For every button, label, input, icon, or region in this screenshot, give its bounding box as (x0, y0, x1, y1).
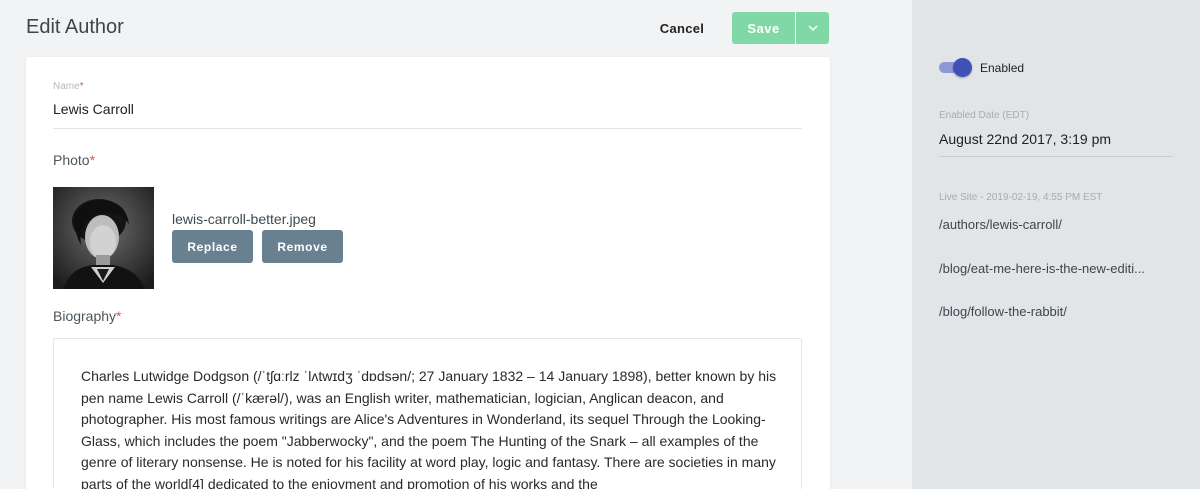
required-marker: * (116, 308, 122, 324)
save-button[interactable]: Save (732, 12, 795, 44)
page-title: Edit Author (26, 16, 124, 38)
biography-editor[interactable]: Charles Lutwidge Dodgson (/ˈtʃɑːrlz ˈlʌt… (53, 338, 802, 489)
replace-photo-button[interactable]: Replace (172, 230, 253, 263)
top-bar: Edit Author Cancel Save (0, 0, 912, 56)
enabled-date-value[interactable]: August 22nd 2017, 3:19 pm (939, 131, 1111, 147)
enabled-toggle[interactable] (939, 58, 973, 77)
live-site-label: Live Site - 2019-02-19, 4:55 PM EST (939, 192, 1103, 203)
remove-photo-button[interactable]: Remove (262, 230, 343, 263)
name-input[interactable]: Lewis Carroll (53, 101, 134, 117)
name-field-label: Name* (53, 81, 84, 92)
sidebar-panel: Enabled Enabled Date (EDT) August 22nd 2… (912, 0, 1200, 489)
live-link-author[interactable]: /authors/lewis-carroll/ (939, 217, 1169, 232)
enabled-label: Enabled (980, 61, 1025, 75)
enabled-date-underline (939, 156, 1173, 157)
required-marker: * (89, 152, 96, 168)
chevron-down-icon (807, 25, 818, 31)
cancel-button[interactable]: Cancel (648, 14, 716, 42)
author-photo-thumbnail (53, 187, 154, 289)
photo-file-name: lewis-carroll-better.jpeg (172, 211, 316, 227)
main-content: Edit Author Cancel Save Name* Lewis Carr… (0, 0, 912, 489)
biography-field-label: Biography* (53, 308, 122, 324)
photo-field-label: Photo* (53, 152, 96, 168)
save-options-button[interactable] (796, 12, 829, 44)
live-link-blog-follow-rabbit[interactable]: /blog/follow-the-rabbit/ (939, 304, 1169, 319)
toggle-knob (953, 58, 972, 77)
required-marker: * (79, 81, 84, 92)
biography-text: Charles Lutwidge Dodgson (/ˈtʃɑːrlz ˈlʌt… (81, 368, 777, 489)
enabled-date-label: Enabled Date (EDT) (939, 110, 1030, 121)
save-button-group: Save (732, 12, 829, 44)
live-link-blog-eat-me[interactable]: /blog/eat-me-here-is-the-new-editi... (939, 261, 1169, 276)
name-field-underline (53, 128, 802, 129)
author-form-card: Name* Lewis Carroll Photo* lewis-carroll… (26, 57, 830, 489)
